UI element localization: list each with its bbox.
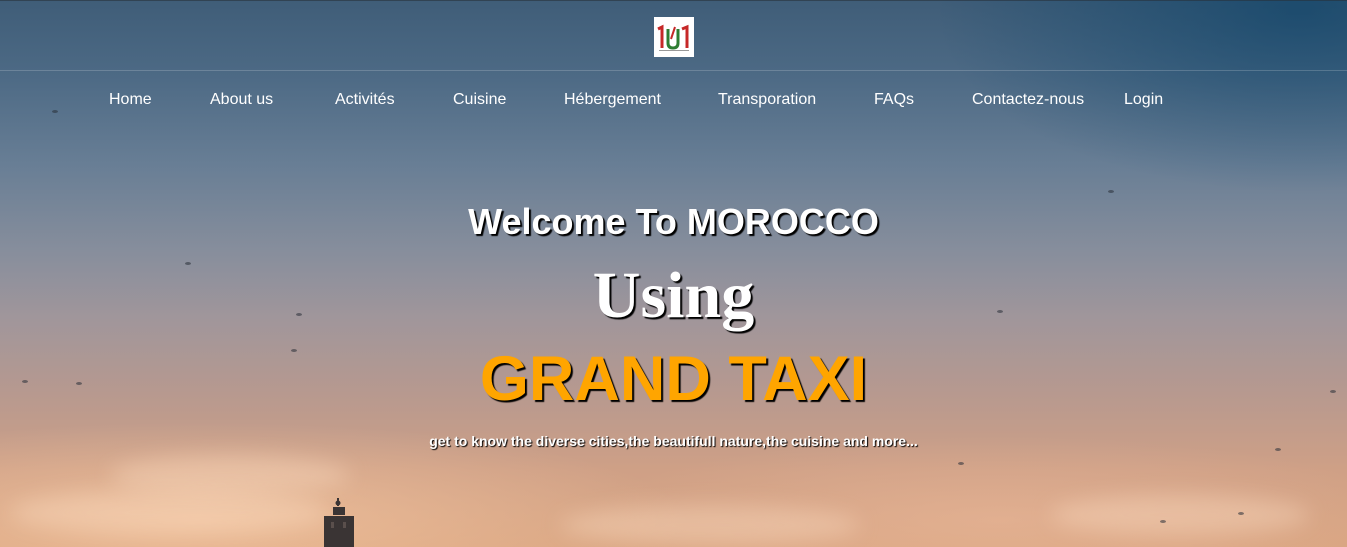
- nav-item-about-us[interactable]: About us: [210, 91, 273, 109]
- nav-item-hebergement[interactable]: Hébergement: [564, 91, 661, 109]
- hero-subtitle: get to know the diverse cities,the beaut…: [429, 433, 918, 449]
- bird-speck: [1160, 520, 1166, 523]
- header-bar: [0, 0, 1347, 71]
- hero-grand-taxi-text: GRAND TAXI: [479, 344, 868, 414]
- cloud: [1050, 495, 1310, 535]
- nav-item-login[interactable]: Login: [1124, 91, 1163, 109]
- main-nav: Home About us Activités Cuisine Hébergem…: [0, 72, 1347, 128]
- cloud: [10, 490, 330, 535]
- nav-item-home[interactable]: Home: [109, 91, 152, 109]
- cloud: [560, 505, 860, 545]
- hero-using-text: Using: [592, 259, 755, 332]
- bird-speck: [958, 462, 964, 465]
- bird-speck: [1238, 512, 1244, 515]
- nav-item-activites[interactable]: Activités: [335, 91, 395, 109]
- nav-item-cuisine[interactable]: Cuisine: [453, 91, 506, 109]
- bird-speck: [1108, 190, 1114, 193]
- brand-logo-icon: [654, 17, 694, 57]
- cloud: [110, 455, 350, 495]
- landing-page: Home About us Activités Cuisine Hébergem…: [0, 0, 1347, 547]
- nav-item-contactez-nous[interactable]: Contactez-nous: [972, 91, 1084, 109]
- site-logo[interactable]: [654, 17, 694, 57]
- nav-item-faqs[interactable]: FAQs: [874, 91, 914, 109]
- minaret-tower-icon: [324, 498, 354, 547]
- hero-title: Welcome To MOROCCO: [468, 201, 879, 242]
- nav-item-transporation[interactable]: Transporation: [718, 91, 816, 109]
